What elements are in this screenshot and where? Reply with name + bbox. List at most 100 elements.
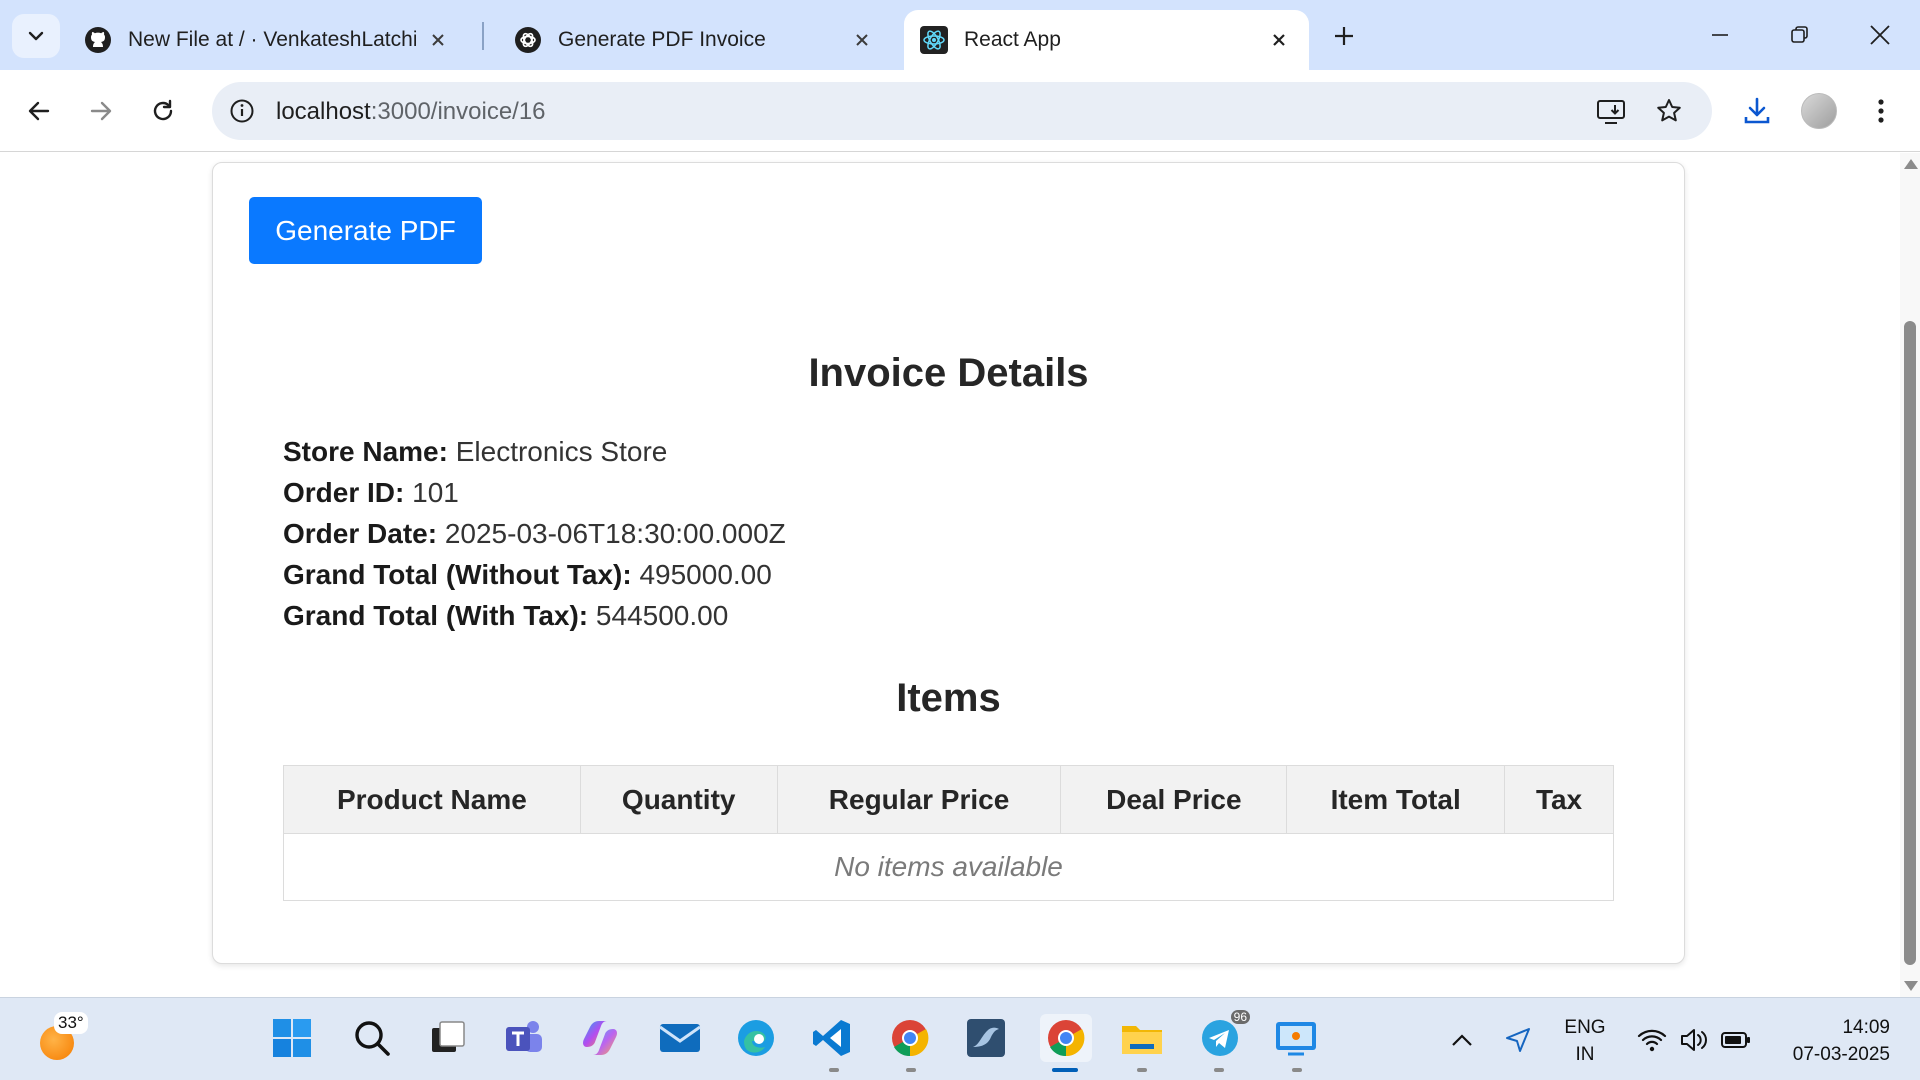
detail-value: 2025-03-06T18:30:00.000Z	[444, 518, 786, 549]
column-header-product-name: Product Name	[283, 765, 581, 834]
mail-icon	[659, 1024, 701, 1052]
reload-icon	[153, 99, 173, 121]
chatgpt-icon	[515, 27, 541, 53]
tab-generate-pdf-invoice[interactable]: Generate PDF Invoice	[498, 10, 892, 70]
file-explorer-app[interactable]	[1118, 1014, 1166, 1062]
invoice-details: Store Name: Electronics Store Order ID: …	[283, 431, 786, 636]
arrow-right-icon	[90, 101, 112, 121]
items-title: Items	[896, 676, 1001, 720]
folder-icon	[1122, 1026, 1162, 1054]
mail-app[interactable]	[656, 1014, 704, 1062]
site-info-icon[interactable]	[226, 95, 258, 127]
chrome-app-profile[interactable]	[886, 1014, 934, 1062]
column-header-regular-price: Regular Price	[776, 765, 1062, 834]
bookmark-button[interactable]	[1648, 90, 1690, 132]
github-icon	[85, 27, 111, 53]
location-button[interactable]	[1498, 998, 1538, 1080]
windows-taskbar: 33° 96 ENG IN 14:09 07-03-2025	[0, 997, 1920, 1080]
vscode-app[interactable]	[808, 1014, 856, 1062]
copilot-icon	[583, 1021, 617, 1055]
show-hidden-icons-button[interactable]	[1444, 998, 1480, 1080]
battery-button[interactable]	[1716, 998, 1756, 1080]
close-icon[interactable]	[1265, 26, 1293, 54]
edge-app[interactable]	[732, 1014, 780, 1062]
weather-widget[interactable]: 33°	[36, 1012, 88, 1062]
url-text[interactable]: localhost:3000/invoice/16	[276, 98, 546, 126]
back-button[interactable]	[18, 90, 60, 132]
minimize-icon	[1712, 34, 1728, 36]
weather-temperature: 33°	[54, 1012, 88, 1034]
menu-button[interactable]	[1860, 90, 1902, 132]
generate-pdf-button[interactable]: Generate PDF	[249, 197, 482, 264]
detail-label: Order ID:	[283, 477, 405, 508]
order-date-row: Order Date: 2025-03-06T18:30:00.000Z	[283, 513, 786, 554]
input-language-indicator[interactable]: ENG IN	[1560, 1014, 1610, 1068]
arrow-left-icon	[28, 101, 50, 121]
close-icon	[1870, 25, 1890, 45]
notification-badge: 96	[1230, 1010, 1250, 1024]
chevron-up-icon	[1452, 1033, 1472, 1046]
tab-react-app[interactable]: React App	[904, 10, 1309, 70]
column-header-tax: Tax	[1504, 765, 1614, 834]
running-indicator	[906, 1068, 916, 1072]
wifi-button[interactable]	[1632, 998, 1672, 1080]
mysql-workbench-app[interactable]	[962, 1014, 1010, 1062]
page-viewport: Generate PDF Invoice Details Store Name:…	[0, 153, 1900, 997]
search-taskbar-button[interactable]	[348, 1014, 396, 1062]
scrollbar-thumb[interactable]	[1904, 321, 1916, 965]
url-path: :3000/invoice/16	[370, 98, 546, 125]
chrome-app-active[interactable]	[1040, 1014, 1092, 1062]
tab-title: Generate PDF Invoice	[558, 28, 766, 51]
close-window-button[interactable]	[1848, 14, 1912, 56]
minimize-button[interactable]	[1688, 14, 1752, 56]
start-button[interactable]	[268, 1014, 316, 1062]
order-id-row: Order ID: 101	[283, 472, 786, 513]
task-view-button[interactable]	[424, 1014, 472, 1062]
battery-icon	[1721, 1031, 1750, 1048]
system-clock[interactable]: 14:09 07-03-2025	[1770, 1014, 1890, 1068]
scroll-up-arrow[interactable]	[1904, 159, 1918, 169]
teams-icon	[506, 1021, 542, 1052]
detail-value: 495000.00	[639, 559, 772, 590]
downloads-button[interactable]	[1736, 90, 1778, 132]
page-scrollbar[interactable]	[1900, 153, 1920, 997]
close-icon[interactable]	[848, 26, 876, 54]
tab-github[interactable]: New File at / · VenkateshLatchir	[68, 10, 468, 70]
store-name-row: Store Name: Electronics Store	[283, 431, 786, 472]
tab-search-button[interactable]	[12, 14, 60, 58]
browser-toolbar: localhost:3000/invoice/16	[0, 70, 1920, 152]
clock-time: 14:09	[1842, 1017, 1890, 1038]
telegram-app[interactable]: 96	[1196, 1010, 1250, 1062]
profile-button[interactable]	[1798, 90, 1840, 132]
copilot-app[interactable]	[576, 1014, 624, 1062]
volume-button[interactable]	[1674, 998, 1714, 1080]
vscode-icon	[813, 1020, 850, 1056]
forward-button[interactable]	[80, 90, 122, 132]
install-icon	[1597, 100, 1625, 124]
detail-label: Grand Total (With Tax):	[283, 600, 589, 631]
close-icon[interactable]	[424, 26, 452, 54]
new-tab-button[interactable]	[1324, 16, 1364, 56]
chrome-icon	[892, 1020, 929, 1057]
clock-date: 07-03-2025	[1792, 1044, 1890, 1065]
address-bar[interactable]: localhost:3000/invoice/16	[212, 82, 1712, 140]
remote-desktop-icon	[1276, 1022, 1316, 1056]
install-app-button[interactable]	[1590, 90, 1632, 132]
column-header-quantity: Quantity	[579, 765, 778, 834]
scroll-down-arrow[interactable]	[1904, 981, 1918, 991]
remote-desktop-app[interactable]	[1272, 1014, 1320, 1062]
detail-label: Grand Total (Without Tax):	[283, 559, 632, 590]
restore-button[interactable]	[1768, 14, 1832, 56]
invoice-card: Generate PDF Invoice Details Store Name:…	[212, 162, 1685, 964]
windows-logo-icon	[273, 1019, 311, 1057]
restore-icon	[1791, 26, 1808, 43]
more-vert-icon	[1878, 99, 1884, 123]
teams-app[interactable]	[500, 1014, 548, 1062]
task-view-icon	[432, 1021, 465, 1052]
download-icon	[1744, 97, 1770, 124]
detail-label: Order Date:	[283, 518, 438, 549]
reload-button[interactable]	[142, 90, 184, 132]
plus-icon	[1335, 27, 1353, 45]
column-header-item-total: Item Total	[1286, 765, 1506, 834]
detail-value: Electronics Store	[455, 436, 668, 467]
